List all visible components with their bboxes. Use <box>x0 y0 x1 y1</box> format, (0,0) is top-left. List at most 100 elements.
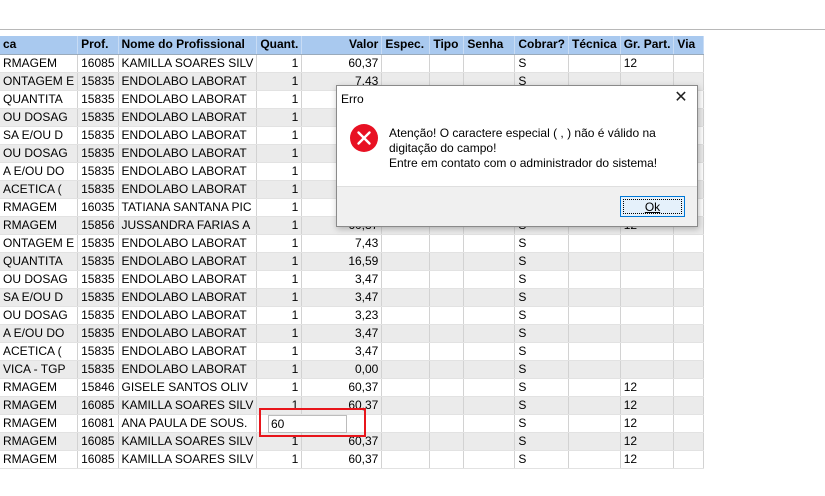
col-prof-cell[interactable]: 15846 <box>77 378 119 397</box>
col-espec-cell[interactable] <box>381 234 431 253</box>
col-tecnica-cell[interactable] <box>568 414 621 433</box>
col-tecnica-cell[interactable] <box>568 306 621 325</box>
col-senha-cell[interactable] <box>463 360 516 379</box>
col-prof-cell[interactable]: 16085 <box>77 396 119 415</box>
col-tecnica-cell[interactable] <box>568 234 621 253</box>
col-quant-cell[interactable]: 1 <box>256 90 303 109</box>
col-espec-cell[interactable] <box>381 288 431 307</box>
col-gr-part-header[interactable]: Gr. Part. <box>620 36 675 55</box>
col-gr-part-cell[interactable]: 12 <box>620 396 675 415</box>
col-professional-name-cell[interactable]: JUSSANDRA FARIAS A <box>118 216 258 235</box>
col-procedure-cell[interactable]: VICA - TGP <box>0 360 79 379</box>
col-espec-cell[interactable] <box>381 396 431 415</box>
col-tecnica-cell[interactable] <box>568 378 621 397</box>
col-tipo-header[interactable]: Tipo <box>429 36 465 55</box>
col-gr-part-cell[interactable] <box>620 252 675 271</box>
col-professional-name-cell[interactable]: ENDOLABO LABORAT <box>118 288 258 307</box>
valor-edit-cell[interactable]: 60 <box>268 415 347 433</box>
col-professional-name-cell[interactable]: ENDOLABO LABORAT <box>118 270 258 289</box>
col-gr-part-cell[interactable]: 12 <box>620 432 675 451</box>
col-professional-name-cell[interactable]: ENDOLABO LABORAT <box>118 306 258 325</box>
col-cobrar-cell[interactable]: S <box>514 378 570 397</box>
col-gr-part-cell[interactable]: 12 <box>620 414 675 433</box>
col-procedure-cell[interactable]: A E/OU DO <box>0 162 79 181</box>
col-quant-cell[interactable]: 1 <box>256 72 303 91</box>
col-professional-name-cell[interactable]: KAMILLA SOARES SILV <box>118 432 258 451</box>
col-espec-cell[interactable] <box>381 450 431 469</box>
col-tecnica-cell[interactable] <box>568 324 621 343</box>
col-gr-part-cell[interactable] <box>620 360 675 379</box>
col-prof-cell[interactable]: 16035 <box>77 198 119 217</box>
col-quant-cell[interactable]: 1 <box>256 126 303 145</box>
col-professional-name-cell[interactable]: ENDOLABO LABORAT <box>118 360 258 379</box>
col-professional-name-cell[interactable]: ENDOLABO LABORAT <box>118 90 258 109</box>
col-tecnica-cell[interactable] <box>568 288 621 307</box>
col-cobrar-cell[interactable]: S <box>514 234 570 253</box>
col-espec-cell[interactable] <box>381 306 431 325</box>
col-via-cell[interactable] <box>673 324 705 343</box>
col-espec-cell[interactable] <box>381 324 431 343</box>
col-procedure-cell[interactable]: RMAGEM <box>0 378 79 397</box>
col-valor-cell[interactable]: 60,37 <box>301 450 383 469</box>
col-valor-cell[interactable]: 60,37 <box>301 396 383 415</box>
col-quant-cell[interactable]: 1 <box>256 54 303 73</box>
col-quant-cell[interactable]: 1 <box>256 360 303 379</box>
col-tipo-cell[interactable] <box>429 270 465 289</box>
col-gr-part-cell[interactable]: 12 <box>620 54 675 73</box>
col-quant-cell[interactable]: 1 <box>256 270 303 289</box>
col-tipo-cell[interactable] <box>429 450 465 469</box>
col-valor-cell[interactable]: 7,43 <box>301 234 383 253</box>
col-espec-cell[interactable] <box>381 414 431 433</box>
col-via-cell[interactable] <box>673 414 705 433</box>
col-professional-name-cell[interactable]: ENDOLABO LABORAT <box>118 108 258 127</box>
col-gr-part-cell[interactable]: 12 <box>620 378 675 397</box>
col-senha-cell[interactable] <box>463 378 516 397</box>
col-espec-cell[interactable] <box>381 378 431 397</box>
col-valor-cell[interactable]: 60,37 <box>301 432 383 451</box>
col-cobrar-cell[interactable]: S <box>514 306 570 325</box>
col-cobrar-cell[interactable]: S <box>514 54 570 73</box>
col-senha-header[interactable]: Senha <box>463 36 516 55</box>
col-professional-name-cell[interactable]: KAMILLA SOARES SILV <box>118 396 258 415</box>
col-cobrar-header[interactable]: Cobrar? <box>514 36 570 55</box>
col-tecnica-cell[interactable] <box>568 396 621 415</box>
col-espec-cell[interactable] <box>381 270 431 289</box>
col-espec-cell[interactable] <box>381 252 431 271</box>
col-tipo-cell[interactable] <box>429 378 465 397</box>
col-valor-cell[interactable]: 3,47 <box>301 288 383 307</box>
col-senha-cell[interactable] <box>463 324 516 343</box>
col-quant-cell[interactable]: 1 <box>256 450 303 469</box>
col-professional-name-cell[interactable]: ENDOLABO LABORAT <box>118 342 258 361</box>
table-row[interactable]: A E/OU DO15835ENDOLABO LABORAT13,47 S <box>0 324 705 343</box>
col-professional-name-cell[interactable]: ANA PAULA DE SOUS. <box>118 414 258 433</box>
col-tecnica-cell[interactable] <box>568 360 621 379</box>
col-tecnica-cell[interactable] <box>568 432 621 451</box>
table-row[interactable]: RMAGEM 15846 GISELE SANTOS OLIV 1 60,37 S 12 <box>0 378 705 397</box>
col-valor-header[interactable]: Valor <box>301 36 383 55</box>
col-senha-cell[interactable] <box>463 288 516 307</box>
col-procedure-cell[interactable]: OU DOSAG <box>0 108 79 127</box>
col-quant-cell[interactable]: 1 <box>256 378 303 397</box>
col-procedure-header[interactable]: ca <box>0 36 79 55</box>
table-row[interactable]: RMAGEM 16085 KAMILLA SOARES SILV 1 60,37 S 12 <box>0 54 705 73</box>
col-espec-cell[interactable] <box>381 342 431 361</box>
col-procedure-cell[interactable]: A E/OU DO <box>0 324 79 343</box>
col-via-cell[interactable] <box>673 252 705 271</box>
ok-button[interactable]: Ok <box>620 196 685 217</box>
col-tecnica-cell[interactable] <box>568 270 621 289</box>
col-tipo-cell[interactable] <box>429 252 465 271</box>
col-senha-cell[interactable] <box>463 396 516 415</box>
col-prof-cell[interactable]: 15856 <box>77 216 119 235</box>
col-cobrar-cell[interactable]: S <box>514 396 570 415</box>
col-professional-name-cell[interactable]: TATIANA SANTANA PIC <box>118 198 258 217</box>
col-tipo-cell[interactable] <box>429 324 465 343</box>
col-procedure-cell[interactable]: SA E/OU D <box>0 288 79 307</box>
col-gr-part-cell[interactable] <box>620 234 675 253</box>
col-professional-name-cell[interactable]: ENDOLABO LABORAT <box>118 324 258 343</box>
col-espec-cell[interactable] <box>381 54 431 73</box>
col-tipo-cell[interactable] <box>429 288 465 307</box>
col-procedure-cell[interactable]: RMAGEM <box>0 198 79 217</box>
col-quant-cell[interactable]: 1 <box>256 432 303 451</box>
col-quant-cell[interactable]: 1 <box>256 288 303 307</box>
table-row[interactable]: ONTAGEM E 15835 ENDOLABO LABORAT 1 7,43 S <box>0 234 705 253</box>
